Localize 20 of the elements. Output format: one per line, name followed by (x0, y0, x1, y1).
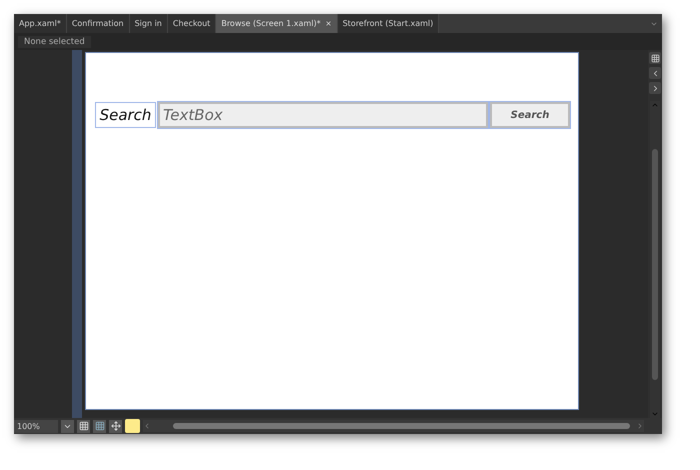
grid-icon[interactable] (77, 420, 90, 432)
sketch-search-button[interactable]: Search (490, 102, 570, 128)
document-tab[interactable]: Storefront (Start.xaml) (338, 14, 440, 33)
close-icon[interactable] (324, 20, 332, 27)
zoom-field[interactable]: 100% (14, 420, 58, 432)
snap-icon[interactable] (93, 420, 106, 432)
document-tab[interactable]: Confirmation (66, 14, 130, 33)
scroll-left-icon[interactable] (143, 422, 151, 430)
scroll-right-icon[interactable] (636, 422, 644, 430)
selection-breadcrumb[interactable]: None selected (18, 36, 91, 48)
horizontal-scrollbar[interactable] (143, 420, 644, 432)
document-tab[interactable]: Sign in (130, 14, 168, 33)
color-swatch[interactable] (125, 419, 140, 433)
dropdown-icon[interactable] (61, 420, 74, 432)
document-tab[interactable]: Checkout (168, 14, 216, 33)
sketch-label: Search (95, 102, 156, 128)
sketch-textbox[interactable]: TextBox (158, 102, 488, 128)
document-tab[interactable]: App.xaml* (14, 14, 67, 33)
document-tab[interactable]: Browse (Screen 1.xaml)* (216, 14, 338, 33)
move-icon[interactable] (109, 420, 122, 432)
